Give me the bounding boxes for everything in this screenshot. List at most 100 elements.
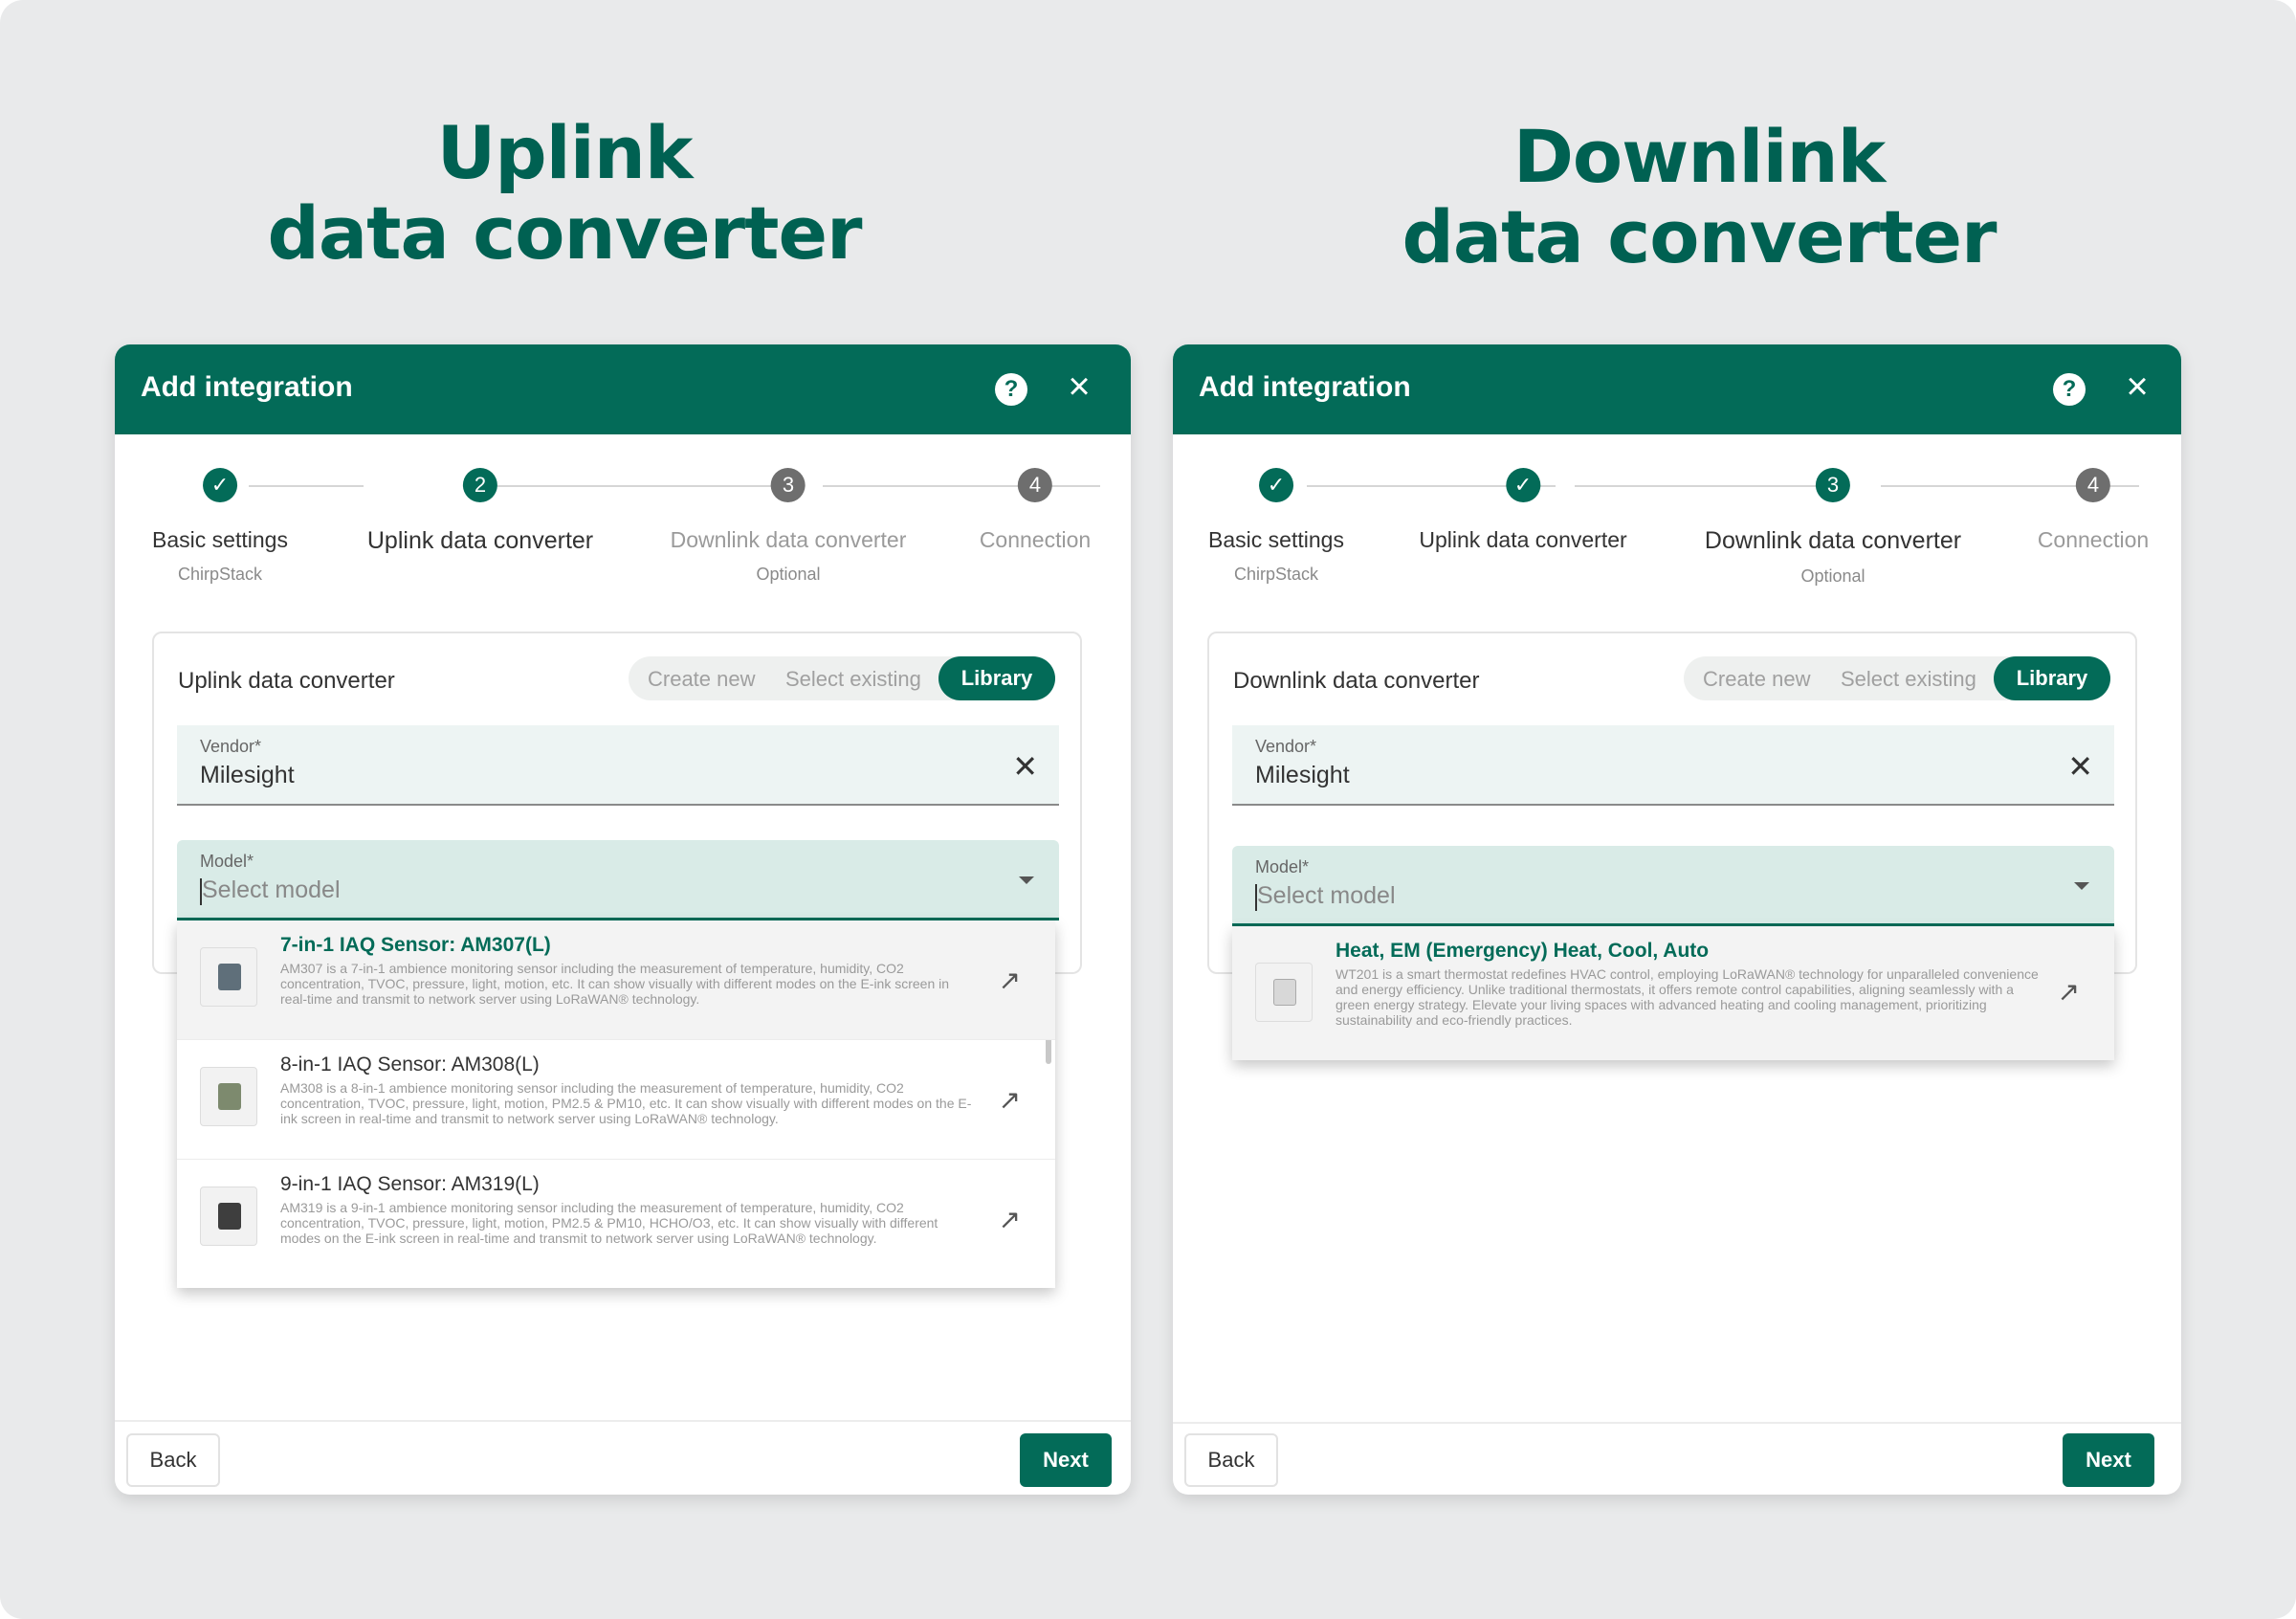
option-title: 7-in-1 IAQ Sensor: AM307(L) bbox=[280, 934, 551, 956]
stepper: ✓ Basic settings ChirpStack 2 Uplink dat… bbox=[115, 464, 1131, 584]
option-description: AM319 is a 9-in-1 ambience monitoring se… bbox=[280, 1200, 938, 1246]
toggle-select-existing[interactable]: Select existing bbox=[1841, 667, 1976, 692]
step-basic-settings[interactable]: ✓ Basic settings ChirpStack bbox=[1208, 464, 1344, 585]
model-label: Model* bbox=[1255, 857, 1310, 876]
vendor-field[interactable]: Vendor* Milesight ✕ bbox=[1232, 725, 2114, 806]
device-image bbox=[1255, 963, 1313, 1022]
dialog-title: Add integration bbox=[141, 371, 353, 403]
vendor-label: Vendor* bbox=[200, 737, 262, 756]
back-button[interactable]: Back bbox=[126, 1433, 220, 1487]
list-item[interactable]: Heat, EM (Emergency) Heat, Cool, Auto WT… bbox=[1232, 926, 2114, 1060]
device-image bbox=[200, 1187, 257, 1246]
add-integration-dialog-downlink: Add integration ? × ✓ Basic settings Chi… bbox=[1173, 344, 2181, 1495]
help-icon[interactable]: ? bbox=[995, 373, 1027, 406]
clear-icon[interactable]: ✕ bbox=[2067, 748, 2093, 785]
open-link-icon[interactable]: ↗ bbox=[2058, 976, 2080, 1008]
model-field[interactable]: Model* Select model bbox=[1232, 846, 2114, 926]
next-button[interactable]: Next bbox=[2063, 1433, 2154, 1487]
headline-line-1: Uplink bbox=[436, 110, 694, 195]
headline-line-2: data converter bbox=[1402, 194, 1997, 279]
back-button[interactable]: Back bbox=[1184, 1433, 1278, 1487]
device-image bbox=[200, 947, 257, 1007]
open-link-icon[interactable]: ↗ bbox=[999, 965, 1021, 996]
vendor-label: Vendor* bbox=[1255, 737, 1317, 756]
card-title: Uplink data converter bbox=[178, 668, 395, 694]
step-label: Basic settings bbox=[1208, 527, 1344, 552]
model-placeholder: Select model bbox=[1257, 882, 1396, 909]
headline-line-2: data converter bbox=[267, 190, 862, 276]
step-number: 3 bbox=[770, 468, 806, 502]
step-label: Connection bbox=[979, 527, 1092, 552]
dialog-header: Add integration ? × bbox=[115, 344, 1131, 434]
step-sublabel: Optional bbox=[756, 565, 821, 584]
converter-card: Downlink data converter Create new Selec… bbox=[1207, 632, 2137, 974]
card-title: Downlink data converter bbox=[1233, 668, 1480, 694]
option-title: Heat, EM (Emergency) Heat, Cool, Auto bbox=[1336, 940, 1710, 962]
toggle-library[interactable]: Library bbox=[938, 656, 1055, 700]
step-sublabel: ChirpStack bbox=[177, 565, 263, 584]
model-placeholder: Select model bbox=[202, 876, 341, 903]
open-link-icon[interactable]: ↗ bbox=[999, 1204, 1021, 1235]
add-integration-dialog-uplink: Add integration ? × ✓ Basic settings Chi… bbox=[115, 344, 1131, 1495]
source-toggle: Create new Select existing Library bbox=[1684, 656, 2110, 700]
source-toggle: Create new Select existing Library bbox=[629, 656, 1055, 700]
toggle-create-new[interactable]: Create new bbox=[648, 667, 756, 692]
step-label: Uplink data converter bbox=[1419, 527, 1627, 552]
step-connection[interactable]: 4 Connection bbox=[980, 464, 1091, 553]
check-icon: ✓ bbox=[1259, 468, 1293, 502]
model-dropdown: 7-in-1 IAQ Sensor: AM307(L) AM307 is a 7… bbox=[177, 920, 1055, 1288]
toggle-select-existing[interactable]: Select existing bbox=[785, 667, 921, 692]
help-icon[interactable]: ? bbox=[2053, 373, 2086, 406]
step-sublabel: Optional bbox=[1800, 566, 1866, 586]
step-downlink-data-converter[interactable]: 3 Downlink data converter Optional bbox=[670, 464, 907, 585]
device-image bbox=[200, 1067, 257, 1126]
model-field[interactable]: Model* Select model bbox=[177, 840, 1059, 920]
option-description: AM308 is a 8-in-1 ambience monitoring se… bbox=[280, 1080, 972, 1126]
check-icon: ✓ bbox=[203, 468, 237, 502]
model-label: Model* bbox=[200, 852, 254, 871]
chevron-down-icon[interactable] bbox=[1019, 876, 1034, 884]
step-basic-settings[interactable]: ✓ Basic settings ChirpStack bbox=[152, 464, 288, 585]
model-dropdown: Heat, EM (Emergency) Heat, Cool, Auto WT… bbox=[1232, 926, 2114, 1060]
headline-line-1: Downlink bbox=[1512, 114, 1886, 199]
canvas: Uplink data converter Downlink data conv… bbox=[0, 0, 2296, 1619]
stepper: ✓ Basic settings ChirpStack ✓ Uplink dat… bbox=[1173, 464, 2181, 586]
check-icon: ✓ bbox=[1506, 468, 1540, 502]
step-uplink-data-converter[interactable]: ✓ Uplink data converter bbox=[1419, 464, 1627, 553]
step-label: Uplink data converter bbox=[366, 527, 594, 554]
step-number: 4 bbox=[2075, 468, 2110, 502]
dialog-title: Add integration bbox=[1199, 371, 1411, 403]
step-label: Downlink data converter bbox=[670, 527, 907, 552]
list-item[interactable]: 7-in-1 IAQ Sensor: AM307(L) AM307 is a 7… bbox=[177, 920, 1055, 1040]
step-uplink-data-converter[interactable]: 2 Uplink data converter bbox=[367, 464, 593, 555]
dialog-header: Add integration ? × bbox=[1173, 344, 2181, 434]
step-sublabel: ChirpStack bbox=[1233, 565, 1319, 584]
footer-divider bbox=[115, 1420, 1131, 1422]
next-button[interactable]: Next bbox=[1020, 1433, 1112, 1487]
step-label: Basic settings bbox=[152, 527, 288, 552]
clear-icon[interactable]: ✕ bbox=[1012, 748, 1038, 785]
option-title: 9-in-1 IAQ Sensor: AM319(L) bbox=[280, 1173, 540, 1195]
option-description: WT201 is a smart thermostat redefines HV… bbox=[1336, 966, 2039, 1028]
toggle-create-new[interactable]: Create new bbox=[1703, 667, 1811, 692]
step-label: Downlink data converter bbox=[1704, 527, 1962, 554]
footer-divider bbox=[1173, 1422, 2181, 1424]
open-link-icon[interactable]: ↗ bbox=[999, 1084, 1021, 1116]
step-downlink-data-converter[interactable]: 3 Downlink data converter Optional bbox=[1705, 464, 1961, 587]
close-icon[interactable]: × bbox=[2118, 367, 2156, 406]
list-item[interactable]: 9-in-1 IAQ Sensor: AM319(L) AM319 is a 9… bbox=[177, 1160, 1055, 1279]
toggle-library[interactable]: Library bbox=[1994, 656, 2110, 700]
step-label: Connection bbox=[2037, 527, 2150, 552]
step-connection[interactable]: 4 Connection bbox=[2038, 464, 2149, 553]
vendor-field[interactable]: Vendor* Milesight ✕ bbox=[177, 725, 1059, 806]
step-number: 2 bbox=[462, 468, 497, 502]
list-item[interactable]: 8-in-1 IAQ Sensor: AM308(L) AM308 is a 8… bbox=[177, 1040, 1055, 1160]
vendor-value: Milesight bbox=[1255, 762, 1350, 788]
vendor-value: Milesight bbox=[200, 762, 295, 788]
option-description: AM307 is a 7-in-1 ambience monitoring se… bbox=[280, 961, 950, 1007]
step-number: 4 bbox=[1017, 468, 1052, 502]
step-number: 3 bbox=[1815, 468, 1850, 502]
chevron-down-icon[interactable] bbox=[2074, 882, 2089, 890]
close-icon[interactable]: × bbox=[1060, 367, 1098, 406]
downlink-headline: Downlink data converter bbox=[1173, 117, 2225, 277]
